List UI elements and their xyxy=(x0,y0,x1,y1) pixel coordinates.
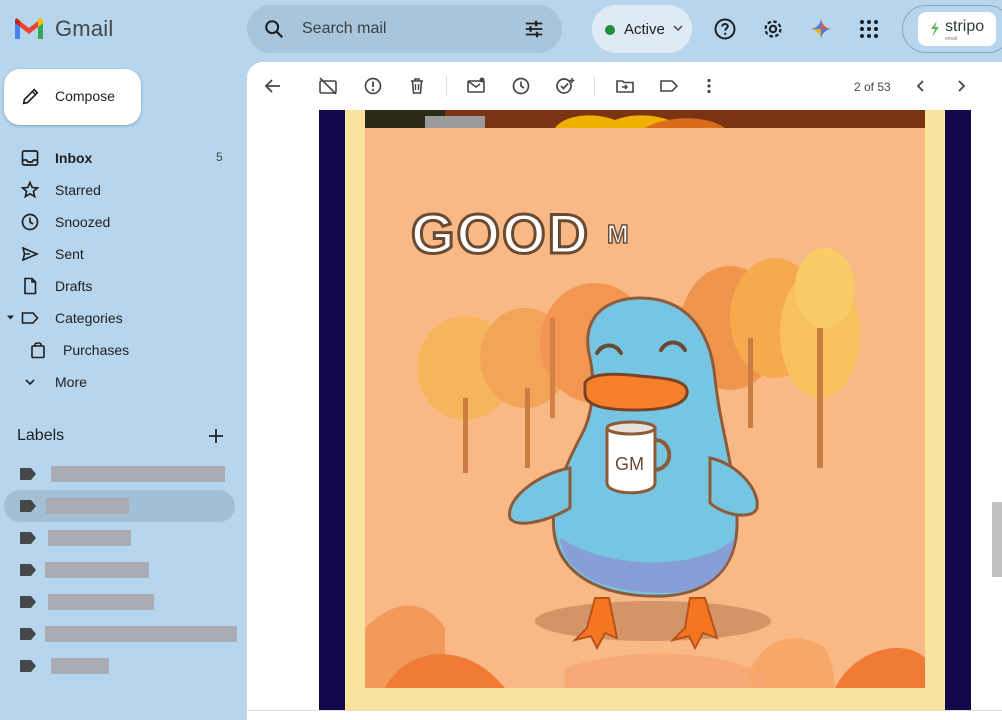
newer-chevron-left-icon[interactable] xyxy=(910,75,932,97)
previous-image-edge xyxy=(365,110,925,128)
label-tag-icon xyxy=(20,628,36,640)
search-icon[interactable] xyxy=(263,18,285,40)
draft-icon xyxy=(24,277,37,295)
delete-trash-icon[interactable] xyxy=(406,75,428,97)
star-icon xyxy=(20,180,40,199)
gmail-m-icon xyxy=(15,17,43,39)
toolbar-divider xyxy=(446,76,447,96)
sidebar-item-label: More xyxy=(55,374,87,390)
headline-partial-text: M xyxy=(607,219,629,249)
status-selector[interactable]: Active xyxy=(592,5,692,53)
redacted-label-name xyxy=(46,498,129,514)
redacted-label-name xyxy=(51,658,109,674)
send-icon xyxy=(21,246,40,262)
label-tag-icon xyxy=(20,500,36,512)
top-bar: Gmail Active xyxy=(0,0,1002,62)
label-item-selected[interactable] xyxy=(4,490,235,522)
inbox-icon xyxy=(21,150,39,166)
toolbar-divider xyxy=(594,76,595,96)
label-icon xyxy=(21,312,39,324)
add-label-icon[interactable] xyxy=(207,427,225,445)
sidebar-item-label: Sent xyxy=(55,246,84,262)
label-tag-icon xyxy=(20,596,36,608)
redacted-label-name xyxy=(51,466,225,482)
good-morning-duck-illustration: GM GOOD M xyxy=(365,128,925,688)
caret-down-icon[interactable] xyxy=(6,314,15,322)
label-tag-icon xyxy=(20,660,36,672)
label-item[interactable] xyxy=(0,554,240,586)
sidebar-item-label: Drafts xyxy=(55,278,93,294)
message-view: 2 of 53 GM GOOD M xyxy=(247,62,1002,720)
sidebar-item-more[interactable]: More xyxy=(0,366,240,398)
redacted-label-name xyxy=(45,562,149,578)
compose-label: Compose xyxy=(55,88,115,104)
label-item[interactable] xyxy=(0,618,240,650)
redacted-label-name xyxy=(48,530,131,546)
sidebar-item-drafts[interactable]: Drafts xyxy=(0,270,240,302)
more-vert-icon[interactable] xyxy=(698,75,720,97)
redacted-label-name xyxy=(45,626,237,642)
sidebar-item-inbox[interactable]: Inbox 5 xyxy=(0,142,240,174)
pencil-icon xyxy=(22,88,39,105)
sidebar-item-sent[interactable]: Sent xyxy=(0,238,240,270)
sidebar-item-label: Purchases xyxy=(63,342,130,358)
label-tag-icon xyxy=(20,468,36,480)
sidebar-item-categories[interactable]: Categories xyxy=(0,302,240,334)
sidebar-item-snoozed[interactable]: Snoozed xyxy=(0,206,240,238)
status-dot xyxy=(605,25,615,35)
label-item[interactable] xyxy=(0,650,240,682)
clock-icon xyxy=(21,213,39,231)
snooze-clock-icon[interactable] xyxy=(510,75,532,97)
labels-heading: Labels xyxy=(17,427,65,444)
compose-button[interactable]: Compose xyxy=(4,69,141,125)
gmail-logo[interactable]: Gmail xyxy=(13,16,113,42)
sidebar-item-label: Categories xyxy=(55,310,123,326)
report-spam-icon[interactable] xyxy=(362,75,384,97)
stripo-brand-subtext: email xyxy=(945,36,957,42)
gmail-logo-text: Gmail xyxy=(55,16,114,41)
stripo-logo-icon xyxy=(931,21,939,37)
older-chevron-right-icon[interactable] xyxy=(950,75,972,97)
sidebar-item-label: Snoozed xyxy=(55,214,111,230)
chevron-down-icon xyxy=(673,25,683,32)
pagination-text: 2 of 53 xyxy=(854,80,891,94)
label-item[interactable] xyxy=(0,458,240,490)
sidebar-item-starred[interactable]: Starred xyxy=(0,174,240,206)
status-label: Active xyxy=(624,21,665,38)
content-divider xyxy=(247,710,1002,711)
redacted-label-name xyxy=(48,594,154,610)
bag-icon xyxy=(31,342,45,359)
add-task-icon[interactable] xyxy=(554,75,576,97)
mug-text: GM xyxy=(615,454,644,474)
settings-gear-icon[interactable] xyxy=(761,17,785,41)
stripo-brand-text: stripo xyxy=(945,18,985,35)
archive-off-icon[interactable] xyxy=(317,75,339,97)
label-item[interactable] xyxy=(0,522,240,554)
back-arrow-icon[interactable] xyxy=(262,75,284,97)
label-tag-icon xyxy=(20,564,36,576)
gemini-sparkle-icon[interactable] xyxy=(809,17,833,41)
label-item[interactable] xyxy=(0,586,240,618)
account-switcher[interactable]: stripo email xyxy=(902,5,1002,53)
search-options-icon[interactable] xyxy=(523,18,545,40)
headline-text: GOOD xyxy=(411,202,590,265)
scrollbar-thumb[interactable] xyxy=(992,502,1002,577)
search-input[interactable] xyxy=(302,17,502,41)
chevron-down-icon xyxy=(25,379,35,386)
sidebar-item-label: Starred xyxy=(55,182,101,198)
search-bar[interactable] xyxy=(247,5,562,53)
sidebar-item-label: Inbox xyxy=(55,150,93,166)
message-toolbar: 2 of 53 xyxy=(247,62,1002,110)
stripo-brand-card: stripo email xyxy=(918,12,996,46)
label-tag-icon xyxy=(20,532,36,544)
unread-count: 5 xyxy=(216,150,223,164)
sidebar-item-purchases[interactable]: Purchases xyxy=(0,334,240,366)
mark-unread-icon[interactable] xyxy=(465,75,487,97)
apps-grid-icon[interactable] xyxy=(857,17,881,41)
help-icon[interactable] xyxy=(713,17,737,41)
label-icon[interactable] xyxy=(658,75,680,97)
move-to-folder-icon[interactable] xyxy=(614,75,636,97)
